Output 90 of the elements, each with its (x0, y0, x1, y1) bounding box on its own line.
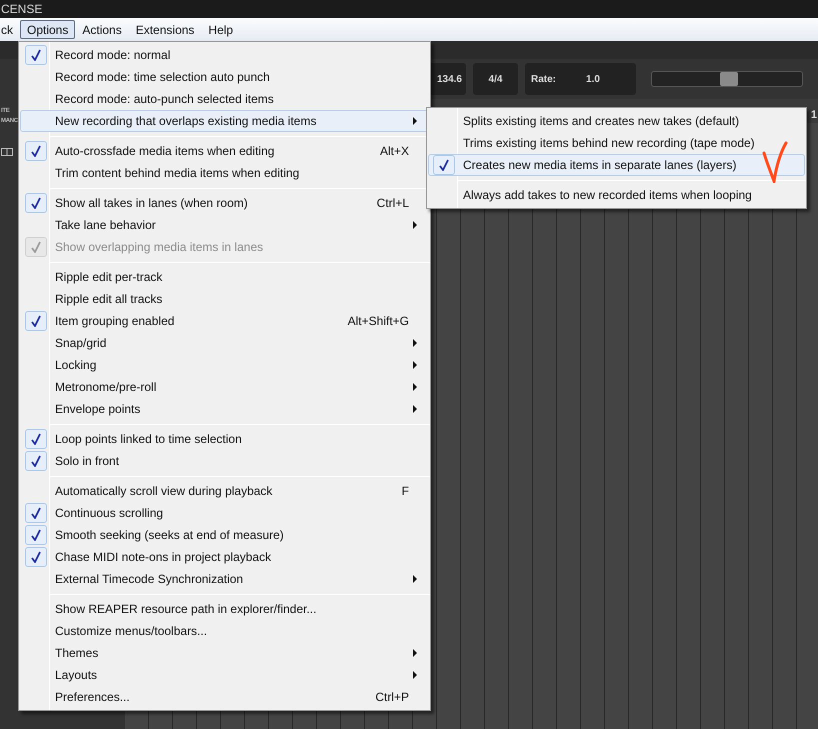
shortcut-label: Ctrl+P (375, 689, 410, 706)
menu-item[interactable]: Snap/grid (20, 332, 429, 354)
menu-item-label: Layouts (54, 667, 98, 684)
submenu-arrow-icon (413, 649, 417, 657)
menu-item[interactable]: Solo in front (20, 450, 429, 472)
menu-item-label: Loop points linked to time selection (54, 431, 242, 448)
menu-bar-item[interactable]: Options (20, 20, 76, 39)
menu-item-label: Smooth seeking (seeks at end of measure) (54, 527, 284, 544)
submenu-arrow-icon (413, 361, 417, 369)
menu-item-label: Ripple edit all tracks (54, 291, 162, 308)
submenu-arrow-icon (413, 383, 417, 391)
menu-item[interactable]: Loop points linked to time selection (20, 428, 429, 450)
menu-bar-item[interactable]: Actions (75, 20, 129, 39)
menu-item[interactable]: Item grouping enabled Alt+Shift+G (20, 310, 429, 332)
handwritten-check-drawing (762, 141, 788, 183)
menu-item[interactable]: Trim content behind media items when editing (20, 162, 429, 184)
menu-item-label: Record mode: auto-punch selected items (54, 91, 274, 108)
menu-item-label: Automatically scroll view during playback (54, 483, 272, 500)
submenu-arrow-icon (413, 339, 417, 347)
menu-item[interactable]: Continuous scrolling (20, 502, 429, 524)
menu-item[interactable]: Preferences... Ctrl+P (20, 686, 429, 708)
menu-item[interactable]: Locking (20, 354, 429, 376)
menu-item[interactable]: Auto-crossfade media items when editing Alt+X (20, 140, 429, 162)
menu-item-label: Locking (54, 357, 96, 374)
menu-item-label: Solo in front (54, 453, 120, 470)
menu-item-label: Trim content behind media items when editing (54, 165, 300, 182)
menu-item[interactable]: Splits existing items and creates new takes (default) (428, 110, 805, 132)
menu-item-label: Themes (54, 645, 98, 662)
ruler-marker: 1 (810, 108, 817, 123)
menu-item[interactable]: Creates new media items in separate lanes (layers) (428, 154, 805, 176)
menu-item[interactable]: Metronome/pre-roll (20, 376, 429, 398)
menu-item[interactable]: Ripple edit per-track (20, 266, 429, 288)
menu-item-label: Splits existing items and creates new takes (default) (462, 113, 740, 130)
menu-bar-item[interactable]: Extensions (128, 20, 202, 39)
menu-item[interactable]: Envelope points (20, 398, 429, 420)
shortcut-label: F (402, 483, 410, 500)
menu-item-label: Always add takes to new recorded items when looping (462, 187, 752, 204)
rate-label: Rate: (531, 72, 556, 86)
submenu-arrow-icon (413, 671, 417, 679)
menu-item-label: Trims existing items behind new recording (tape mode) (462, 135, 755, 152)
rate-value: 1.0 (586, 72, 600, 86)
submenu-arrow-icon (413, 117, 417, 125)
menu-item[interactable]: Always add takes to new recorded items when looping (428, 184, 805, 206)
menu-item[interactable]: Record mode: normal (20, 44, 429, 66)
menu-item[interactable]: Smooth seeking (seeks at end of measure) (20, 524, 429, 546)
menu-bar-item[interactable]: ck (0, 20, 20, 39)
menu-item[interactable]: Ripple edit all tracks (20, 288, 429, 310)
menu-item-label: Metronome/pre-roll (54, 379, 156, 396)
menu-item[interactable]: Themes (20, 642, 429, 664)
rate-display[interactable]: Rate: 1.0 (525, 63, 636, 95)
menu-bar-item[interactable]: Help (201, 20, 240, 39)
menu-item-label: Item grouping enabled (54, 313, 174, 330)
menu-item-label: Snap/grid (54, 335, 106, 352)
menu-item-label: Take lane behavior (54, 217, 156, 234)
grid-icon (1, 148, 13, 156)
menu-item-label: Customize menus/toolbars... (54, 623, 208, 640)
menu-item-label: New recording that overlaps existing media items (54, 113, 316, 130)
submenu-arrow-icon (413, 405, 417, 413)
menu-item-label: Show REAPER resource path in explorer/finder... (54, 601, 316, 618)
menu-item[interactable]: Trims existing items behind new recording (tape mode) (428, 132, 805, 154)
menu-item[interactable]: External Timecode Synchronization (20, 568, 429, 590)
time-signature-display[interactable]: 4/4 (473, 63, 518, 95)
menu-item[interactable]: Automatically scroll view during playback F (20, 480, 429, 502)
menu-item-label: Show overlapping media items in lanes (54, 239, 264, 256)
submenu-arrow-icon (413, 575, 417, 583)
menu-item-label: Creates new media items in separate lanes (layers) (462, 157, 736, 174)
playrate-slider[interactable] (651, 71, 803, 87)
menu-item[interactable]: Layouts (20, 664, 429, 686)
menu-item-label: Continuous scrolling (54, 505, 164, 522)
menu-item-label: Preferences... (54, 689, 130, 706)
shortcut-label: Alt+X (380, 143, 410, 160)
menu-item[interactable]: Show REAPER resource path in explorer/finder... (20, 598, 429, 620)
menu-item-label: Chase MIDI note-ons in project playback (54, 549, 272, 566)
slider-thumb[interactable] (720, 72, 738, 86)
shortcut-label: Ctrl+L (376, 195, 410, 212)
menu-item-label: Auto-crossfade media items when editing (54, 143, 274, 160)
window-title: CENSE (1, 1, 42, 18)
menu-item[interactable]: Show all takes in lanes (when room) Ctrl+L (20, 192, 429, 214)
shortcut-label: Alt+Shift+G (348, 313, 410, 330)
menu-item-label: External Timecode Synchronization (54, 571, 244, 588)
menu-item[interactable]: Customize menus/toolbars... (20, 620, 429, 642)
menu-item-label: Ripple edit per-track (54, 269, 162, 286)
submenu-arrow-icon (413, 221, 417, 229)
menu-item[interactable]: Take lane behavior (20, 214, 429, 236)
menu-item-label: Record mode: normal (54, 47, 170, 64)
menu-item-label: Record mode: time selection auto punch (54, 69, 270, 86)
menu-item[interactable]: Chase MIDI note-ons in project playback (20, 546, 429, 568)
menu-item-label: Show all takes in lanes (when room) (54, 195, 248, 212)
menu-item[interactable]: New recording that overlaps existing media items (20, 110, 429, 132)
menu-item-label: Envelope points (54, 401, 140, 418)
